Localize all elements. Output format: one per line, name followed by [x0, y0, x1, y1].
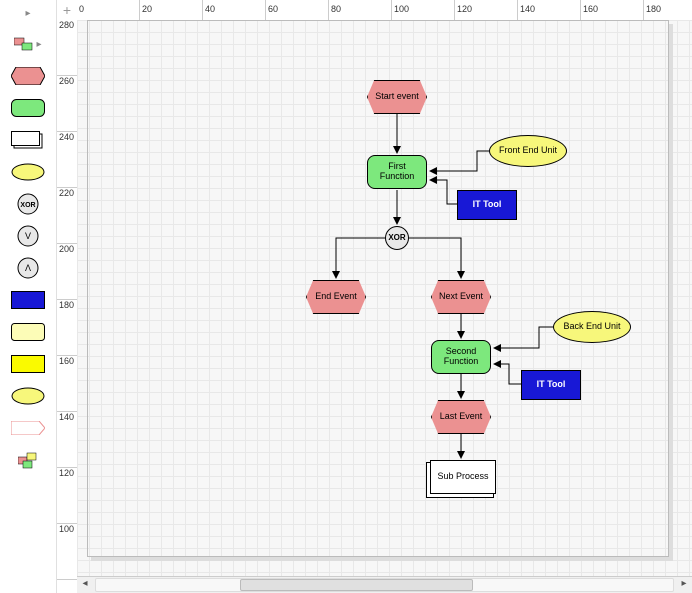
node-back-end-unit[interactable]: Back End Unit	[553, 311, 631, 343]
node-last-event[interactable]: Last Event	[431, 400, 491, 434]
and-connector[interactable]: Λ	[10, 257, 46, 279]
ruler-h-tick: 120	[455, 0, 518, 20]
cluster-yellow[interactable]	[10, 321, 46, 343]
svg-text:V: V	[25, 231, 31, 241]
palette-expand-icon[interactable]: ▸	[25, 8, 30, 19]
node-next-event[interactable]: Next Event	[431, 280, 491, 314]
node-it-tool-1[interactable]: IT Tool	[457, 190, 517, 220]
scroll-track[interactable]	[95, 578, 674, 592]
xor-connector[interactable]: XOR	[10, 193, 46, 215]
ruler-v-tick: 260	[57, 76, 77, 132]
ruler-h-tick: 180	[644, 0, 692, 20]
event-shape[interactable]	[10, 65, 46, 87]
ruler-v-tick: 160	[57, 356, 77, 412]
ruler-h-tick: 60	[266, 0, 329, 20]
position-oval[interactable]	[10, 385, 46, 407]
ruler-v-tick: 180	[57, 300, 77, 356]
or-connector[interactable]: V	[10, 225, 46, 247]
process-interface-shape[interactable]	[10, 129, 46, 151]
application-system-blue[interactable]	[10, 289, 46, 311]
ruler-origin-icon[interactable]: +	[57, 0, 78, 21]
path-shape[interactable]	[10, 417, 46, 439]
palette-header: ▸	[0, 8, 56, 23]
information-object-yellow[interactable]	[10, 353, 46, 375]
ruler-h-tick: 100	[392, 0, 455, 20]
palette-toggle-icon[interactable]: ▸	[10, 33, 46, 55]
page: Start event First Function Front End Uni…	[77, 20, 692, 577]
shape-palette: ▸ ▸ XOR V Λ	[0, 0, 57, 593]
canvas-area: + 0 20 40 60 80 100 120 140 160 180 200 …	[57, 0, 692, 593]
ruler-h-tick: 20	[140, 0, 203, 20]
node-sub-process[interactable]: Sub Process	[430, 460, 496, 494]
ruler-h-tick: 140	[518, 0, 581, 20]
org-unit-shape[interactable]	[10, 161, 46, 183]
node-front-end-unit[interactable]: Front End Unit	[489, 135, 567, 167]
scroll-left-icon[interactable]: ◂	[77, 578, 93, 592]
ruler-h-tick: 80	[329, 0, 392, 20]
ruler-v-tick: 240	[57, 132, 77, 188]
ruler-v-tick: 120	[57, 468, 77, 524]
node-second-function[interactable]: Second Function	[431, 340, 491, 374]
svg-text:Λ: Λ	[25, 263, 31, 273]
ruler-v-tick: 200	[57, 244, 77, 300]
node-xor-gateway[interactable]: XOR	[385, 226, 409, 250]
ruler-h-tick: 0	[77, 0, 140, 20]
ruler-h-tick: 40	[203, 0, 266, 20]
ruler-v-tick: 140	[57, 412, 77, 468]
process-linker[interactable]	[10, 449, 46, 471]
node-start-event[interactable]: Start event	[367, 80, 427, 114]
node-end-event[interactable]: End Event	[306, 280, 366, 314]
node-first-function[interactable]: First Function	[367, 155, 427, 189]
ruler-h-tick: 160	[581, 0, 644, 20]
scroll-thumb[interactable]	[240, 579, 473, 591]
ruler-v-tick: 280	[57, 20, 77, 76]
drawing-canvas[interactable]: Start event First Function Front End Uni…	[77, 20, 692, 577]
node-it-tool-2[interactable]: IT Tool	[521, 370, 581, 400]
ruler-vertical: 280 260 240 220 200 180 160 140 120 100	[57, 20, 78, 577]
svg-text:XOR: XOR	[20, 202, 35, 209]
ruler-v-tick: 220	[57, 188, 77, 244]
scroll-right-icon[interactable]: ▸	[676, 578, 692, 592]
ruler-horizontal: 0 20 40 60 80 100 120 140 160 180 200	[77, 0, 692, 21]
app-root: ▸ ▸ XOR V Λ	[0, 0, 692, 593]
ruler-v-tick: 100	[57, 524, 77, 580]
horizontal-scrollbar[interactable]: ◂ ▸	[77, 576, 692, 593]
function-shape[interactable]	[10, 97, 46, 119]
